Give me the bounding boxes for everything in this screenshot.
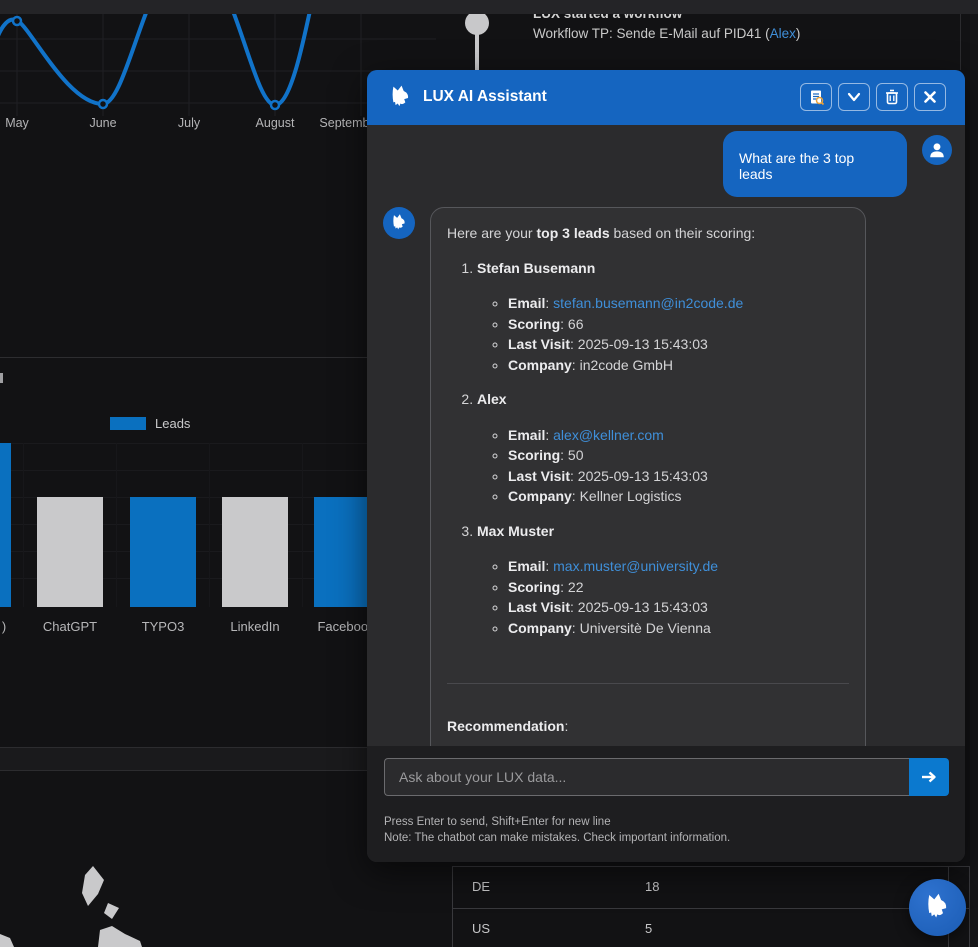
lux-ai-assistant-panel: LUX AI Assistant [367, 70, 965, 862]
lead-scoring-row: Scoring: 50 [508, 445, 849, 466]
lead-lastvisit-row: Last Visit: 2025-09-13 15:43:03 [508, 334, 849, 355]
lead-scoring-row: Scoring: 66 [508, 314, 849, 335]
line-series [0, 14, 330, 105]
lead-email-link[interactable]: max.muster@university.de [553, 558, 718, 574]
lead-email-row: Email: alex@kellner.com [508, 425, 849, 446]
assistant-avatar [383, 207, 415, 239]
bar-label: LinkedIn [230, 619, 279, 634]
message-divider [447, 683, 849, 684]
lead-email-link[interactable]: alex@kellner.com [553, 427, 664, 443]
lead-company-row: Company: in2code GmbH [508, 355, 849, 376]
bar-linkedin [222, 497, 288, 607]
bar-typo3 [130, 497, 196, 607]
lux-lynx-icon [390, 213, 409, 233]
map-land-shape [104, 903, 119, 919]
bar-label: Facebook [317, 619, 374, 634]
top-strip [0, 0, 978, 14]
map-land-shape [0, 934, 14, 947]
chat-footer: Press Enter to send, Shift+Enter for new… [367, 746, 965, 862]
lead-item: Stefan Busemann Email: stefan.busemann@i… [477, 258, 849, 376]
assistant-intro: Here are your top 3 leads based on their… [447, 223, 849, 244]
x-tick: August [256, 116, 295, 130]
gridline [23, 443, 24, 607]
disclaimer-note: Note: The chatbot can make mistakes. Che… [384, 832, 730, 844]
map-land-shape [98, 926, 142, 947]
chat-title: LUX AI Assistant [423, 88, 547, 106]
lead-item: Alex Email: alex@kellner.com Scoring: 50… [477, 389, 849, 507]
send-button[interactable] [909, 758, 949, 796]
bar-chatgpt [37, 497, 103, 607]
table-cell-country: US [472, 921, 490, 936]
lead-email-row: Email: stefan.busemann@in2code.de [508, 293, 849, 314]
clipped-card-title [0, 373, 3, 383]
table-row-divider [452, 908, 969, 909]
x-tick: July [178, 116, 200, 130]
person-icon [928, 141, 946, 159]
activity-text: ) [796, 26, 801, 41]
gridline [302, 443, 303, 607]
gridline [116, 443, 117, 607]
lead-company-row: Company: Universitè De Vienna [508, 618, 849, 639]
chat-input[interactable] [384, 758, 909, 796]
bar-label: ) [2, 619, 6, 634]
lead-lastvisit-row: Last Visit: 2025-09-13 15:43:03 [508, 597, 849, 618]
table-border [969, 866, 970, 947]
lead-email-link[interactable]: stefan.busemann@in2code.de [553, 295, 743, 311]
close-icon [924, 91, 936, 103]
chat-messages-area[interactable]: What are the 3 top leads Here are your t… [367, 125, 965, 746]
lead-name: Max Muster [477, 523, 554, 539]
chat-minimize-button[interactable] [838, 83, 870, 111]
recommendation-heading: Recommendation: [447, 716, 849, 737]
activity-text: Workflow TP: Sende E-Mail auf PID41 ( [533, 26, 770, 41]
lead-scoring-row: Scoring: 22 [508, 577, 849, 598]
bar-label: ChatGPT [43, 619, 97, 634]
x-tick: June [89, 116, 116, 130]
lux-chat-fab[interactable] [909, 879, 966, 936]
x-tick: May [5, 116, 29, 130]
chevron-down-icon [847, 92, 861, 102]
user-message-bubble: What are the 3 top leads [723, 131, 907, 197]
lux-lynx-logo-icon [388, 84, 414, 111]
lead-email-row: Email: max.muster@university.de [508, 556, 849, 577]
table-cell-country: DE [472, 879, 490, 894]
lead-name: Alex [477, 391, 507, 407]
map-land-shape [82, 866, 104, 906]
chat-header-dragbar[interactable]: LUX AI Assistant [367, 70, 965, 125]
dashboard-page: May June July August September Leads [0, 0, 978, 947]
document-search-icon [808, 89, 825, 106]
lead-lastvisit-row: Last Visit: 2025-09-13 15:43:03 [508, 466, 849, 487]
lux-lynx-icon [923, 892, 953, 923]
timeline-dot [465, 11, 489, 35]
user-avatar [922, 135, 952, 165]
lead-company-row: Company: Kellner Logistics [508, 486, 849, 507]
trash-icon [885, 89, 899, 105]
activity-detail: Workflow TP: Sende E-Mail auf PID41 (Ale… [533, 26, 800, 41]
table-cell-count: 5 [645, 921, 652, 936]
assistant-message: Here are your top 3 leads based on their… [430, 207, 866, 746]
data-point-may [13, 17, 21, 25]
lead-name: Stefan Busemann [477, 260, 595, 276]
data-point-august [271, 101, 279, 109]
data-point-june [99, 100, 107, 108]
feed-card-edge [960, 14, 961, 70]
chat-clear-button[interactable] [876, 83, 908, 111]
chat-close-button[interactable] [914, 83, 946, 111]
table-border [452, 866, 453, 947]
chat-summary-button[interactable] [800, 83, 832, 111]
activity-lead-link[interactable]: Alex [770, 26, 796, 41]
arrow-right-icon [920, 770, 938, 784]
table-border [452, 866, 969, 867]
enter-hint: Press Enter to send, Shift+Enter for new… [384, 816, 611, 828]
gridline [209, 443, 210, 607]
lead-item: Max Muster Email: max.muster@university.… [477, 521, 849, 639]
legend-label: Leads [155, 416, 190, 431]
timeline-stem [475, 34, 479, 74]
legend-swatch [110, 417, 146, 430]
bar-clipped [0, 443, 11, 607]
table-cell-count: 18 [645, 879, 659, 894]
top-leads-list: Stefan Busemann Email: stefan.busemann@i… [447, 258, 849, 639]
bar-label: TYPO3 [142, 619, 185, 634]
